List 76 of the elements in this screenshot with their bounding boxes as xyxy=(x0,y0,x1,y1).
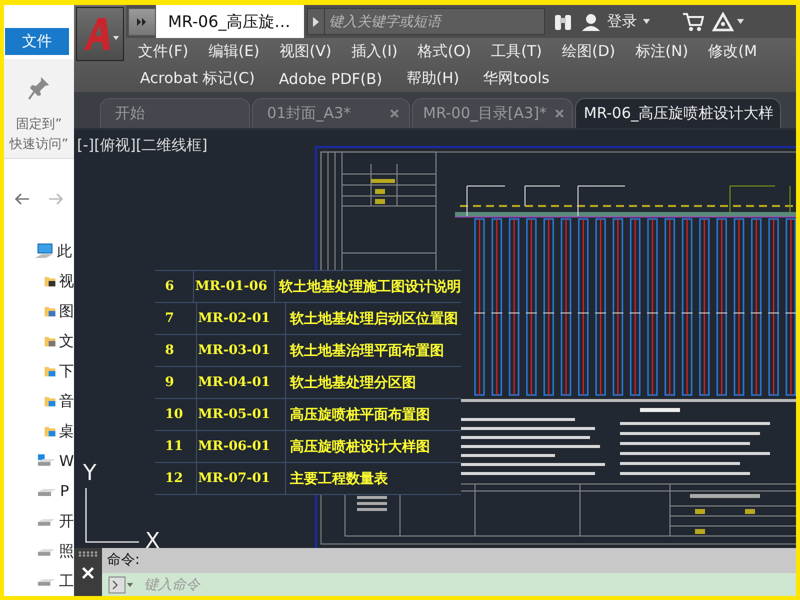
menu-item[interactable]: 文件(F) xyxy=(138,42,188,61)
tree-item[interactable]: 下 xyxy=(4,356,74,386)
caret-icon[interactable] xyxy=(737,19,744,24)
command-input-field[interactable]: 键入命令 xyxy=(142,576,796,594)
menu-item[interactable]: 视图(V) xyxy=(280,42,332,61)
table-cell-text: 软土地基处理施工图设计说明 xyxy=(278,278,461,296)
double-chevron-icon xyxy=(137,18,147,26)
quick-access-expand-button[interactable] xyxy=(128,8,156,36)
cart-icon[interactable] xyxy=(682,12,704,32)
pin-label: 快速访问” xyxy=(10,136,68,154)
table-cell-text: 软土地基处理启动区位置图 xyxy=(288,310,459,328)
tree-item[interactable]: P xyxy=(4,476,74,506)
table-cell: MR-06-01 xyxy=(197,431,286,462)
binoculars-icon[interactable] xyxy=(553,12,573,30)
axis-label: Y xyxy=(83,461,96,486)
table-cell-text: 高压旋喷桩平面布置图 xyxy=(289,406,431,424)
table-cell: 6 xyxy=(155,271,194,302)
menu-item[interactable]: 华网tools xyxy=(483,69,550,88)
menu-item[interactable]: 工具(T) xyxy=(491,42,542,61)
table-cell: 8 xyxy=(155,335,197,366)
table-cell: MR-05-01 xyxy=(197,399,286,430)
tree-item[interactable]: 桌 xyxy=(4,416,74,446)
command-line-field[interactable]: 键入命令 xyxy=(102,573,796,596)
viewport-label[interactable]: [-][俯视][二维线框] xyxy=(77,136,208,155)
sign-in-link[interactable]: 登录 xyxy=(607,12,637,31)
table-cell-text: 高压旋喷桩设计大样图 xyxy=(289,438,431,456)
triangle-right-icon[interactable] xyxy=(312,16,320,28)
document-tab[interactable]: MR-06_高压旋喷桩设计大样 xyxy=(574,98,781,128)
table-cell: 11 xyxy=(155,431,197,462)
table-cell: 7 xyxy=(155,303,197,334)
tree-item[interactable]: 图 xyxy=(4,296,74,326)
table-cell: MR-03-01 xyxy=(197,335,286,366)
drive-icon xyxy=(37,454,56,468)
menu-item[interactable]: 绘图(D) xyxy=(562,42,616,61)
table-cell-text: 软土地基处理分区图 xyxy=(288,374,417,392)
menu-item[interactable]: Adobe PDF(B) xyxy=(278,70,382,88)
menu-item[interactable]: Acrobat 标记(C) xyxy=(140,69,255,88)
caret-icon[interactable] xyxy=(643,19,650,24)
window-title: MR-06_高压旋… xyxy=(156,5,304,38)
table-cell: MR-02-01 xyxy=(197,303,286,334)
file-tab[interactable]: 文件 xyxy=(5,28,69,55)
table-cell: 12 xyxy=(155,463,197,494)
table-cell: 10 xyxy=(155,399,197,430)
menu-item[interactable]: 帮助(H) xyxy=(406,69,460,88)
triangle-network-icon[interactable] xyxy=(712,12,734,32)
axis-label: X xyxy=(145,529,160,548)
table-cell: 9 xyxy=(155,367,197,398)
table-cell: MR-01-06 xyxy=(194,271,275,302)
menu-item[interactable]: 编辑(E) xyxy=(208,42,260,61)
menu-item[interactable]: 标注(N) xyxy=(635,42,688,61)
tree-item[interactable]: 工 xyxy=(4,566,74,596)
back-arrow-icon[interactable] xyxy=(14,192,30,205)
tree-item[interactable]: 音 xyxy=(4,386,74,416)
tree-item[interactable]: 照 xyxy=(4,536,74,566)
table-cell: MR-04-01 xyxy=(197,367,286,398)
app-logo-button[interactable] xyxy=(76,7,124,61)
table-cell-text: 主要工程数量表 xyxy=(289,470,389,488)
menu-item[interactable]: 修改(M xyxy=(708,42,758,61)
table-cell-text: 软土地基治理平面布置图 xyxy=(288,342,445,360)
menu-item[interactable]: 格式(O) xyxy=(418,42,472,61)
tree-item[interactable]: 开 xyxy=(4,506,74,536)
pin-label: 固定到” xyxy=(16,116,62,134)
menu-item[interactable]: 插入(I) xyxy=(352,42,398,61)
tree-item[interactable]: 视 xyxy=(4,266,74,296)
pin-icon[interactable] xyxy=(27,74,51,101)
table-cell: MR-07-01 xyxy=(197,463,286,494)
tree-item[interactable]: 此 xyxy=(4,236,74,266)
user-icon[interactable] xyxy=(581,12,601,32)
prompt-icon[interactable] xyxy=(108,576,134,594)
search-field[interactable]: 键入关键字或短语 xyxy=(307,8,545,35)
ucs-axes-icon xyxy=(85,488,139,543)
grip-handle-icon[interactable] xyxy=(78,551,98,557)
command-history: 命令: xyxy=(102,548,796,573)
tree-item[interactable]: W xyxy=(4,446,74,476)
tree-item[interactable]: 文 xyxy=(4,326,74,356)
computer-icon xyxy=(34,243,54,260)
